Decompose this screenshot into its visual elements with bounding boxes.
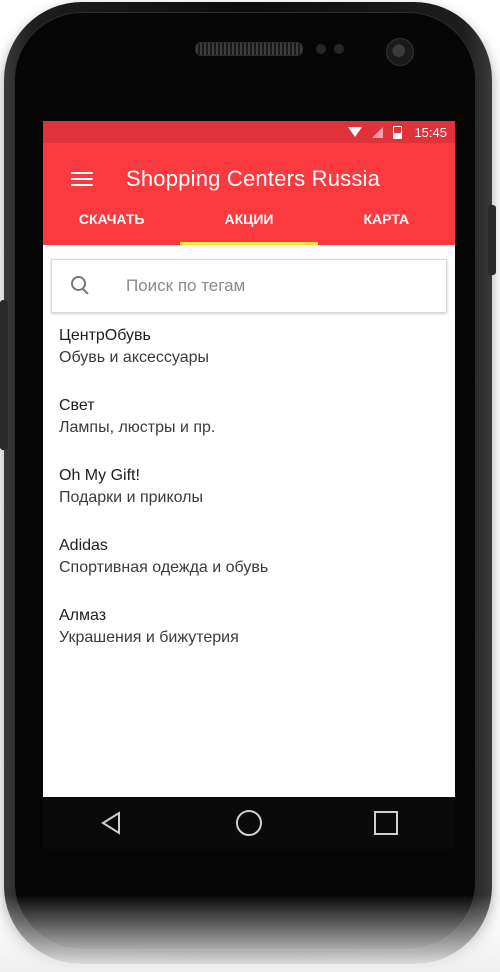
app-title: Shopping Centers Russia (126, 166, 381, 191)
content-area: ЦентрОбувь Обувь и аксессуары Свет Лампы… (43, 259, 455, 675)
tab-download[interactable]: СКАЧАТЬ (43, 193, 180, 245)
volume-button (0, 300, 8, 450)
store-description: Украшения и бижутерия (59, 629, 239, 646)
search-input[interactable] (124, 275, 408, 297)
list-item[interactable]: Алмаз Украшения и бижутерия (59, 605, 447, 675)
light-sensor (334, 44, 344, 54)
phone-reflection (0, 895, 500, 972)
tab-map[interactable]: КАРТА (318, 193, 455, 245)
back-icon[interactable] (92, 803, 132, 843)
battery-icon (393, 125, 403, 139)
store-description: Подарки и приколы (59, 489, 204, 506)
power-button (488, 205, 496, 275)
store-list: ЦентрОбувь Обувь и аксессуары Свет Лампы… (51, 325, 447, 675)
status-time: 15:45 (414, 124, 447, 140)
tab-promotions[interactable]: АКЦИИ (180, 193, 318, 245)
store-name: Свет (59, 397, 95, 414)
store-description: Спортивная одежда и обувь (59, 559, 269, 576)
store-name: ЦентрОбувь (59, 327, 151, 344)
search-icon (70, 275, 92, 297)
list-item[interactable]: Oh My Gift! Подарки и приколы (59, 465, 447, 535)
hamburger-menu-icon[interactable] (71, 171, 93, 187)
store-name: Adidas (59, 537, 108, 554)
recents-icon[interactable] (366, 803, 406, 843)
store-description: Обувь и аксессуары (59, 349, 210, 366)
front-camera-icon (386, 38, 414, 66)
list-item[interactable]: ЦентрОбувь Обувь и аксессуары (59, 325, 447, 395)
store-name: Алмаз (59, 607, 107, 624)
store-name: Oh My Gift! (59, 467, 140, 484)
status-bar: 15:45 (43, 121, 455, 143)
list-item[interactable]: Свет Лампы, люстры и пр. (59, 395, 447, 465)
signal-icon (372, 126, 384, 138)
tab-bar: СКАЧАТЬ АКЦИИ КАРТА (43, 193, 455, 245)
phone-screen: 15:45 Shopping Centers Russia СКАЧАТЬ АК… (43, 121, 455, 797)
home-icon[interactable] (229, 803, 269, 843)
search-box[interactable] (51, 259, 447, 313)
wifi-icon (348, 127, 363, 137)
list-item[interactable]: Adidas Спортивная одежда и обувь (59, 535, 447, 605)
store-description: Лампы, люстры и пр. (59, 419, 216, 436)
navigation-bar (43, 797, 455, 849)
proximity-sensor (316, 44, 326, 54)
earpiece-speaker (195, 42, 303, 56)
